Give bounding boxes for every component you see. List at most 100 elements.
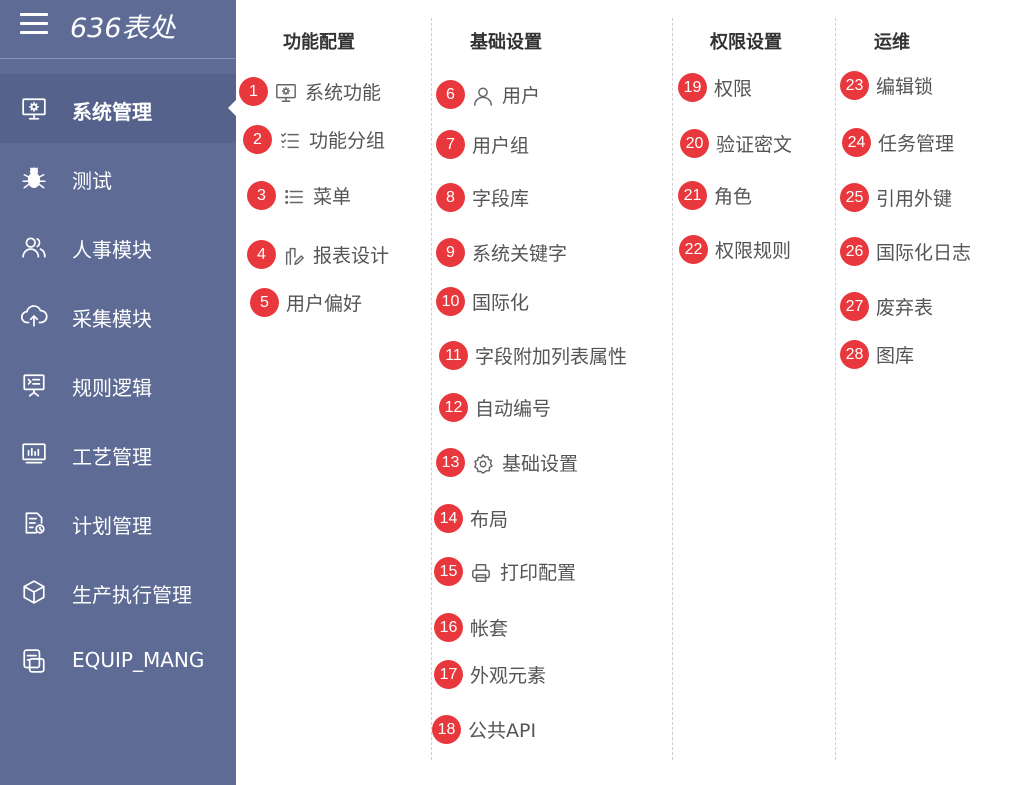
sidebar-item[interactable]: 系统管理 <box>0 74 236 143</box>
monitor-gear-icon <box>19 96 49 122</box>
menu-item-label: 任务管理 <box>878 133 955 155</box>
menu-item-label: 菜单 <box>313 186 352 208</box>
number-badge: 1 <box>239 77 268 106</box>
menu-item-label: 国际化 <box>472 292 530 314</box>
menu-item-label: 引用外键 <box>876 188 953 210</box>
users-icon <box>19 234 49 260</box>
list-icon <box>283 186 305 208</box>
column-title: 功能配置 <box>283 32 355 53</box>
user-icon <box>472 85 494 107</box>
number-badge: 5 <box>250 288 279 317</box>
monitor-gear-icon <box>275 82 297 104</box>
document-clock-icon <box>19 510 49 536</box>
presentation-board-icon <box>19 372 49 398</box>
menu-item-label: 用户组 <box>472 135 530 157</box>
column-title: 基础设置 <box>470 32 542 53</box>
number-badge: 10 <box>436 287 465 316</box>
number-badge: 12 <box>439 393 468 422</box>
number-badge: 11 <box>439 341 468 370</box>
report-edit-icon <box>283 245 305 267</box>
number-badge: 15 <box>434 557 463 586</box>
active-indicator <box>228 100 236 116</box>
sidebar-item-label: 人事模块 <box>72 238 152 262</box>
menu-item-label: 公共API <box>468 720 537 742</box>
menu-item-label: 验证密文 <box>716 134 793 156</box>
layers-icon <box>19 648 49 674</box>
menu-item-label: 用户偏好 <box>286 293 363 315</box>
menu-item-label: 打印配置 <box>500 562 577 584</box>
menu-item-label: 自动编号 <box>475 398 552 420</box>
number-badge: 26 <box>840 237 869 266</box>
sidebar-item[interactable]: 采集模块 <box>0 281 236 350</box>
menu-item-label: 字段库 <box>472 188 530 210</box>
printer-icon <box>470 562 492 584</box>
number-badge: 24 <box>842 128 871 157</box>
menu-item-label: 编辑锁 <box>876 76 934 98</box>
sidebar-item[interactable]: 测试 <box>0 143 236 212</box>
sidebar-item-label: 系统管理 <box>72 100 152 124</box>
column-divider <box>431 18 432 760</box>
app-title: 636表处 <box>70 13 176 44</box>
number-badge: 9 <box>436 238 465 267</box>
number-badge: 20 <box>680 129 709 158</box>
menu-item-label: 功能分组 <box>309 130 386 152</box>
number-badge: 14 <box>434 504 463 533</box>
column-title: 权限设置 <box>710 32 782 53</box>
sidebar-item[interactable]: 规则逻辑 <box>0 350 236 419</box>
sidebar-item-label: 计划管理 <box>72 514 152 538</box>
menu-item-label: 国际化日志 <box>876 242 972 264</box>
menu-item-label: 字段附加列表属性 <box>475 346 628 368</box>
sidebar-item[interactable]: EQUIP_MANG <box>0 626 236 695</box>
number-badge: 3 <box>247 181 276 210</box>
number-badge: 8 <box>436 183 465 212</box>
cloud-upload-icon <box>19 303 49 329</box>
menu-item-label: 报表设计 <box>313 245 390 267</box>
menu-item-label: 布局 <box>470 509 509 531</box>
number-badge: 17 <box>434 660 463 689</box>
sidebar-item-label: 测试 <box>72 169 112 193</box>
menu-item-label: 角色 <box>714 186 753 208</box>
number-badge: 19 <box>678 73 707 102</box>
sidebar-item[interactable]: 人事模块 <box>0 212 236 281</box>
sidebar: 636表处 系统管理测试人事模块采集模块规则逻辑工艺管理计划管理生产执行管理 EQ… <box>0 0 236 785</box>
menu-item-label: 基础设置 <box>502 453 579 475</box>
number-badge: 6 <box>436 80 465 109</box>
menu-item-label: 用户 <box>502 85 541 107</box>
sidebar-item[interactable]: 计划管理 <box>0 488 236 557</box>
number-badge: 18 <box>432 715 461 744</box>
sidebar-header: 636表处 <box>0 0 236 59</box>
sidebar-item-label: 采集模块 <box>72 307 152 331</box>
gear-icon <box>472 453 494 475</box>
menu-item-label: 废弃表 <box>876 297 934 319</box>
sidebar-item-label: 规则逻辑 <box>72 376 152 400</box>
number-badge: 21 <box>678 181 707 210</box>
number-badge: 2 <box>243 125 272 154</box>
number-badge: 28 <box>840 340 869 369</box>
number-badge: 27 <box>840 292 869 321</box>
menu-item-label: 帐套 <box>470 618 509 640</box>
sidebar-item-label: 工艺管理 <box>72 445 152 469</box>
number-badge: 16 <box>434 613 463 642</box>
number-badge: 25 <box>840 183 869 212</box>
checklist-icon <box>279 130 301 152</box>
menu-item-label: 外观元素 <box>470 665 547 687</box>
hamburger-menu-icon[interactable] <box>20 13 48 35</box>
number-badge: 22 <box>679 235 708 264</box>
number-badge: 13 <box>436 448 465 477</box>
number-badge: 23 <box>840 71 869 100</box>
menu-item-label: 图库 <box>876 345 915 367</box>
sidebar-item[interactable]: 生产执行管理 <box>0 557 236 626</box>
box-icon <box>19 579 49 605</box>
sidebar-item-label: EQUIP_MANG <box>72 648 205 672</box>
column-title: 运维 <box>874 32 910 53</box>
menu-item-label: 权限 <box>714 78 753 100</box>
menu-item-label: 系统功能 <box>305 82 382 104</box>
menu-item-label: 权限规则 <box>715 240 792 262</box>
menu-item-label: 系统关键字 <box>472 243 568 265</box>
sidebar-item-label: 生产执行管理 <box>72 583 192 607</box>
column-divider <box>672 18 673 760</box>
number-badge: 4 <box>247 240 276 269</box>
number-badge: 7 <box>436 130 465 159</box>
sidebar-item[interactable]: 工艺管理 <box>0 419 236 488</box>
bar-chart-icon <box>19 441 49 467</box>
